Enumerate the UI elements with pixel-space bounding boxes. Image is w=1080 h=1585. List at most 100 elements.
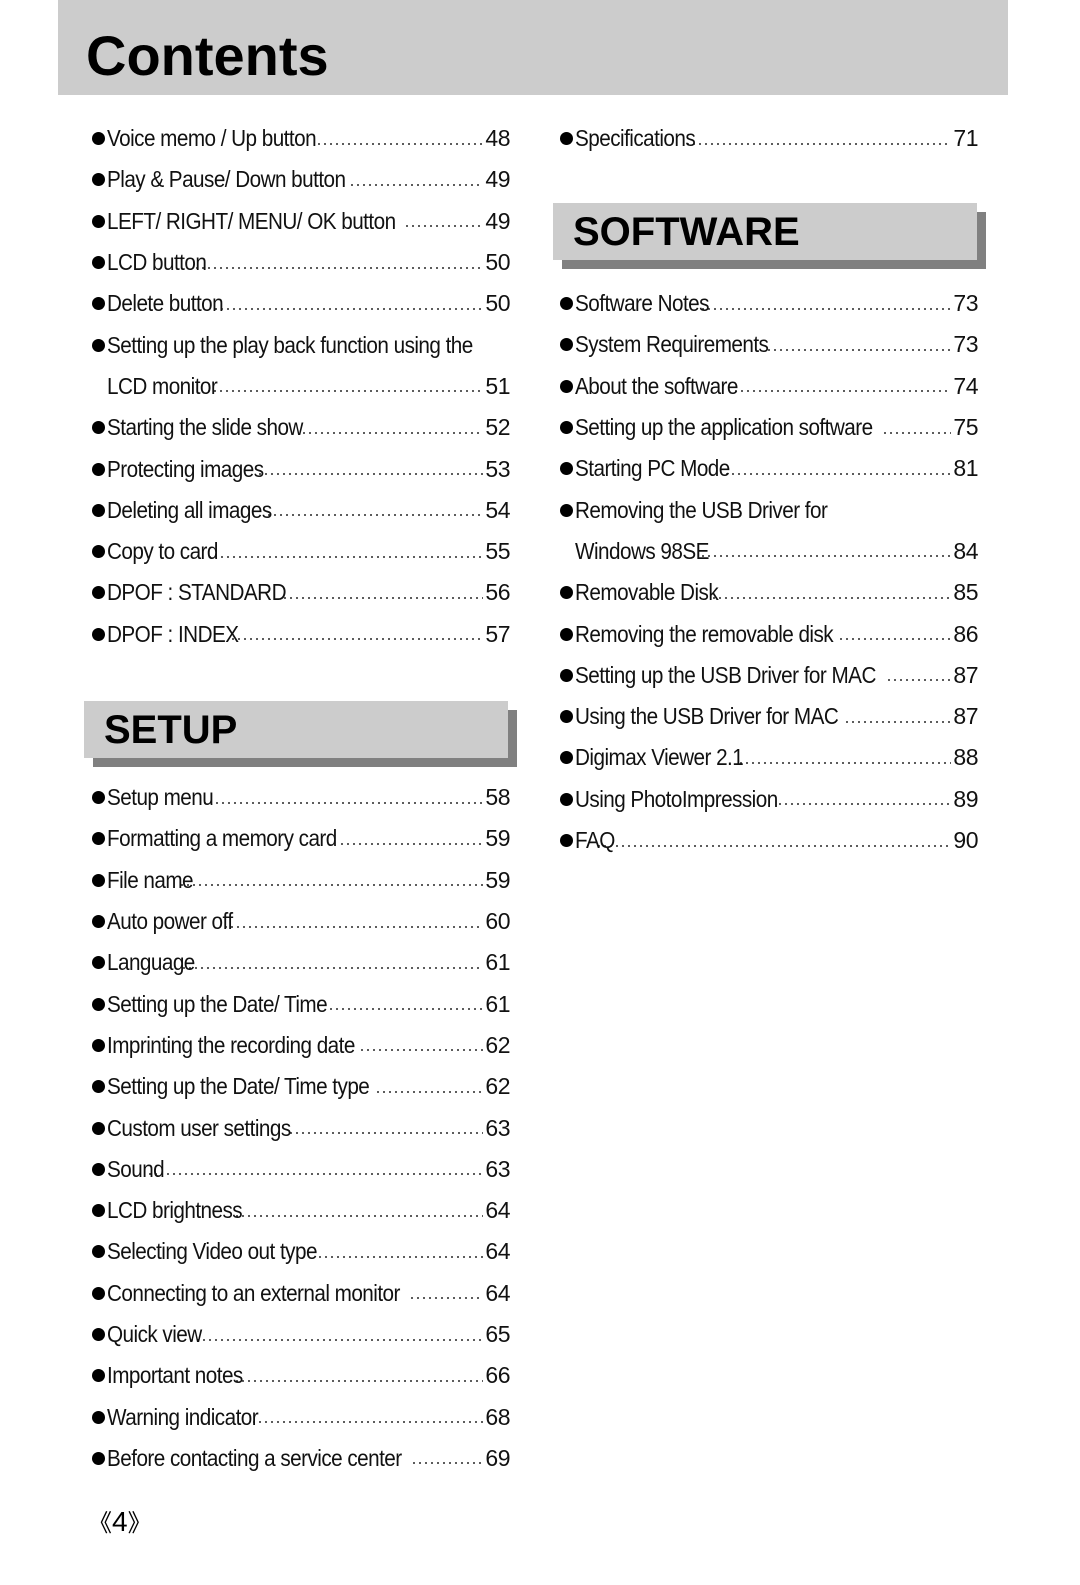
dot-leader xyxy=(301,431,484,434)
toc-entry[interactable]: System Requirements 73 xyxy=(560,324,978,365)
dot-leader xyxy=(257,473,484,476)
toc-list-misc: Specifications 71 xyxy=(560,118,978,159)
dot-leader xyxy=(348,183,484,186)
toc-entry-label: FAQ xyxy=(575,827,615,853)
toc-entry[interactable]: FAQ 90 xyxy=(560,820,978,861)
toc-entry[interactable]: Setting up the application software 75 xyxy=(560,407,978,448)
dot-leader xyxy=(700,555,952,558)
toc-entry[interactable]: Setting up the play back function using … xyxy=(92,324,510,365)
toc-entry[interactable]: Specifications 71 xyxy=(560,118,978,159)
toc-entry[interactable]: Deleting all images 54 xyxy=(92,490,510,531)
toc-entry-page: 49 xyxy=(485,207,510,234)
toc-entry-page: 75 xyxy=(953,414,978,441)
toc-entry[interactable]: Using the USB Driver for MAC 87 xyxy=(560,696,978,737)
toc-entry-page: 87 xyxy=(953,703,978,730)
toc-entry[interactable]: LEFT/ RIGHT/ MENU/ OK button 49 xyxy=(92,201,510,242)
dot-leader xyxy=(882,431,952,434)
toc-entry[interactable]: Starting PC Mode 81 xyxy=(560,448,978,489)
toc-entry[interactable]: DPOF : INDEX 57 xyxy=(92,614,510,655)
toc-entry-page: 58 xyxy=(485,784,510,811)
toc-entry[interactable]: Connecting to an external monitor 64 xyxy=(92,1273,510,1314)
dot-leader xyxy=(206,390,484,393)
toc-entry[interactable]: Play & Pause/ Down button 49 xyxy=(92,159,510,200)
toc-entry-page: 89 xyxy=(953,785,978,812)
toc-entry[interactable]: Important notes 66 xyxy=(92,1355,510,1396)
toc-entry[interactable]: Formatting a memory card 59 xyxy=(92,818,510,859)
section-title: SETUP xyxy=(104,707,238,752)
toc-entry[interactable]: Protecting images 53 xyxy=(92,448,510,489)
dot-leader xyxy=(885,679,952,682)
toc-entry-page: 63 xyxy=(485,1155,510,1182)
toc-entry-continuation[interactable]: LCD monitor 51 xyxy=(92,366,510,407)
dot-leader xyxy=(251,1421,484,1424)
toc-entry[interactable]: Auto power off 60 xyxy=(92,901,510,942)
section-header-setup: SETUP xyxy=(84,701,508,758)
toc-entry-page: 81 xyxy=(953,455,978,482)
toc-entry-page: 62 xyxy=(485,1031,510,1058)
toc-entry[interactable]: LCD button 50 xyxy=(92,242,510,283)
toc-entry[interactable]: Digimax Viewer 2.1 88 xyxy=(560,737,978,778)
toc-entry[interactable]: Removable Disk 85 xyxy=(560,572,978,613)
toc-entry-page: 85 xyxy=(953,579,978,606)
toc-entry[interactable]: Starting the slide show 52 xyxy=(92,407,510,448)
toc-entry[interactable]: Removing the USB Driver for xyxy=(560,489,978,530)
bullet-icon xyxy=(560,792,573,806)
toc-entry[interactable]: Copy to card 55 xyxy=(92,531,510,572)
toc-entry-page: 51 xyxy=(485,372,510,399)
toc-entry[interactable]: Setting up the USB Driver for MAC 87 xyxy=(560,655,978,696)
page-number-value: 4 xyxy=(112,1506,128,1537)
toc-entry-page: 69 xyxy=(485,1444,510,1471)
toc-entry[interactable]: Software Notes 73 xyxy=(560,283,978,324)
bullet-icon xyxy=(560,462,573,476)
toc-entry-label: Warning indicator xyxy=(107,1403,259,1430)
bullet-icon xyxy=(92,132,105,146)
toc-entry[interactable]: Delete button 50 xyxy=(92,283,510,324)
toc-entry[interactable]: About the software 74 xyxy=(560,366,978,407)
toc-entry[interactable]: LCD brightness 64 xyxy=(92,1190,510,1231)
dot-leader xyxy=(234,1379,484,1382)
toc-entry[interactable]: DPOF : STANDARD 56 xyxy=(92,572,510,613)
toc-entry[interactable]: Setting up the Date/ Time 61 xyxy=(92,983,510,1024)
toc-entry-page: 73 xyxy=(953,331,978,358)
dot-leader xyxy=(287,1132,484,1135)
toc-entry-label: Copy to card xyxy=(107,538,218,565)
toc-entry[interactable]: Imprinting the recording date 62 xyxy=(92,1025,510,1066)
toc-entry-page: 65 xyxy=(485,1321,510,1347)
bullet-icon xyxy=(560,586,573,600)
dot-leader xyxy=(179,884,484,887)
toc-entry[interactable]: Quick view 65 xyxy=(92,1314,510,1355)
toc-entry-label: File name xyxy=(107,866,194,893)
bullet-icon xyxy=(92,1204,105,1218)
toc-entry[interactable]: Custom user settings 63 xyxy=(92,1107,510,1148)
toc-entry[interactable]: Language 61 xyxy=(92,942,510,983)
toc-entry[interactable]: Setting up the Date/ Time type 62 xyxy=(92,1066,510,1107)
toc-entry[interactable]: Using PhotoImpression 89 xyxy=(560,779,978,820)
toc-entry[interactable]: Before contacting a service center 69 xyxy=(92,1438,510,1479)
toc-entry[interactable]: Warning indicator 68 xyxy=(92,1396,510,1437)
toc-entry-label: Custom user settings xyxy=(107,1114,291,1141)
toc-entry-label: Setting up the play back function using … xyxy=(107,331,473,358)
dot-leader xyxy=(710,596,952,599)
toc-entry-page: 62 xyxy=(485,1073,510,1100)
toc-entry-continuation[interactable]: Windows 98SE 84 xyxy=(560,531,978,572)
dot-leader xyxy=(408,1297,484,1300)
toc-entry[interactable]: Voice memo / Up button 48 xyxy=(92,118,510,159)
toc-entry-page: 57 xyxy=(485,620,510,647)
bullet-icon xyxy=(92,1369,105,1383)
dot-leader xyxy=(266,514,484,517)
bullet-icon xyxy=(92,1080,105,1094)
toc-entry-label: Software Notes xyxy=(575,290,709,317)
toc-entry[interactable]: Sound 63 xyxy=(92,1149,510,1190)
bullet-icon xyxy=(92,256,105,270)
toc-entry-label: Setting up the Date/ Time xyxy=(107,990,328,1017)
toc-entry[interactable]: File name 59 xyxy=(92,860,510,901)
toc-entry-label: DPOF : INDEX xyxy=(107,620,239,647)
toc-entry[interactable]: Removing the removable disk 86 xyxy=(560,613,978,654)
toc-entry[interactable]: Setup menu 58 xyxy=(92,777,510,818)
dot-leader xyxy=(201,801,484,804)
bullet-icon xyxy=(92,214,105,228)
bullet-icon xyxy=(92,997,105,1011)
toc-entry[interactable]: Selecting Video out type 64 xyxy=(92,1231,510,1272)
dot-leader xyxy=(315,142,484,145)
dot-leader xyxy=(410,1462,484,1465)
